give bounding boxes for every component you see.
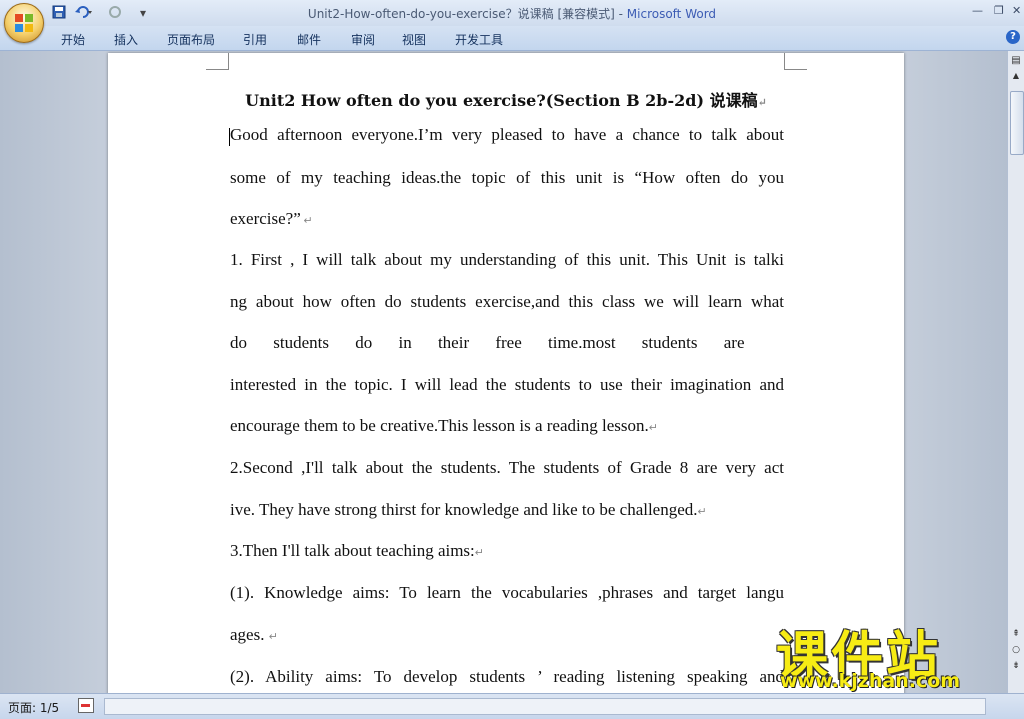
paragraph-line: ng about how often do students exercise,…	[230, 292, 784, 311]
document-workspace: Unit2 How often do you exercise?(Section…	[0, 51, 1007, 693]
paragraph-line: 3.Then I'll talk about teaching aims:↵	[230, 541, 484, 560]
watermark-url: www.kjzhan.com	[780, 670, 961, 692]
tab-insert[interactable]: 插入	[114, 31, 138, 48]
tab-page-layout[interactable]: 页面布局	[167, 31, 215, 48]
title-bar: ▾ Unit2-How-often-do-you-exercise？说课稿 [兼…	[0, 0, 1024, 26]
paragraph-line: 1. First , I will talk about my understa…	[230, 250, 784, 269]
minimize-button[interactable]: —	[972, 4, 983, 17]
paragraph-line: ive. They have strong thirst for knowled…	[230, 500, 707, 519]
scroll-up-icon[interactable]: ▲	[1009, 71, 1023, 85]
paragraph-line: (1). Knowledge aims: To learn the vocabu…	[230, 583, 784, 602]
office-logo-icon	[15, 14, 33, 32]
paragraph-line: exercise?” ↵	[230, 209, 313, 228]
margin-corner-mark	[784, 53, 807, 70]
restore-button[interactable]: ❐	[994, 4, 1004, 17]
ribbon-tab-bar: 开始 插入 页面布局 引用 邮件 审阅 视图 开发工具 ?	[0, 26, 1024, 51]
paragraph-line: Good afternoon everyone.I’m very pleased…	[230, 125, 784, 144]
paragraph-line: some of my teaching ideas.the topic of t…	[230, 168, 784, 187]
tab-mailings[interactable]: 邮件	[297, 31, 321, 48]
paragraph-line: interested in the topic. I will lead the…	[230, 375, 784, 394]
document-heading: Unit2 How often do you exercise?(Section…	[245, 91, 767, 110]
scroll-thumb[interactable]	[1010, 91, 1024, 155]
tab-home[interactable]: 开始	[61, 31, 85, 48]
paragraph-line: encourage them to be creative.This lesso…	[230, 416, 658, 435]
vertical-scrollbar[interactable]: ▤ ▲ ⇞ ○ ⇟	[1007, 51, 1024, 693]
proofing-status-icon[interactable]	[78, 698, 94, 713]
tab-review[interactable]: 审阅	[351, 31, 375, 48]
status-bar: 页面: 1/5	[0, 693, 1024, 719]
tab-developer[interactable]: 开发工具	[455, 31, 503, 48]
tab-view[interactable]: 视图	[402, 31, 426, 48]
office-button[interactable]	[4, 3, 44, 43]
tab-references[interactable]: 引用	[243, 31, 267, 48]
page-indicator[interactable]: 页面: 1/5	[8, 699, 59, 716]
previous-page-icon[interactable]: ⇞	[1009, 629, 1023, 643]
close-button[interactable]: ✕	[1012, 4, 1021, 17]
horizontal-scrollbar[interactable]	[104, 698, 986, 715]
select-browse-object-icon[interactable]: ○	[1009, 645, 1023, 659]
paragraph-line: do students do in their free time.most s…	[230, 333, 745, 352]
margin-corner-mark	[206, 53, 229, 70]
document-page[interactable]: Unit2 How often do you exercise?(Section…	[108, 53, 904, 693]
next-page-icon[interactable]: ⇟	[1009, 661, 1023, 675]
paragraph-line: ages. ↵	[230, 625, 278, 644]
help-icon[interactable]: ?	[1006, 30, 1020, 44]
window-title: Unit2-How-often-do-you-exercise？说课稿 [兼容模…	[307, 7, 717, 21]
paragraph-line: (2). Ability aims: To develop students ’…	[230, 667, 784, 686]
paragraph-line: 2.Second ,I'll talk about the students. …	[230, 458, 784, 477]
view-ruler-icon[interactable]: ▤	[1009, 55, 1023, 67]
